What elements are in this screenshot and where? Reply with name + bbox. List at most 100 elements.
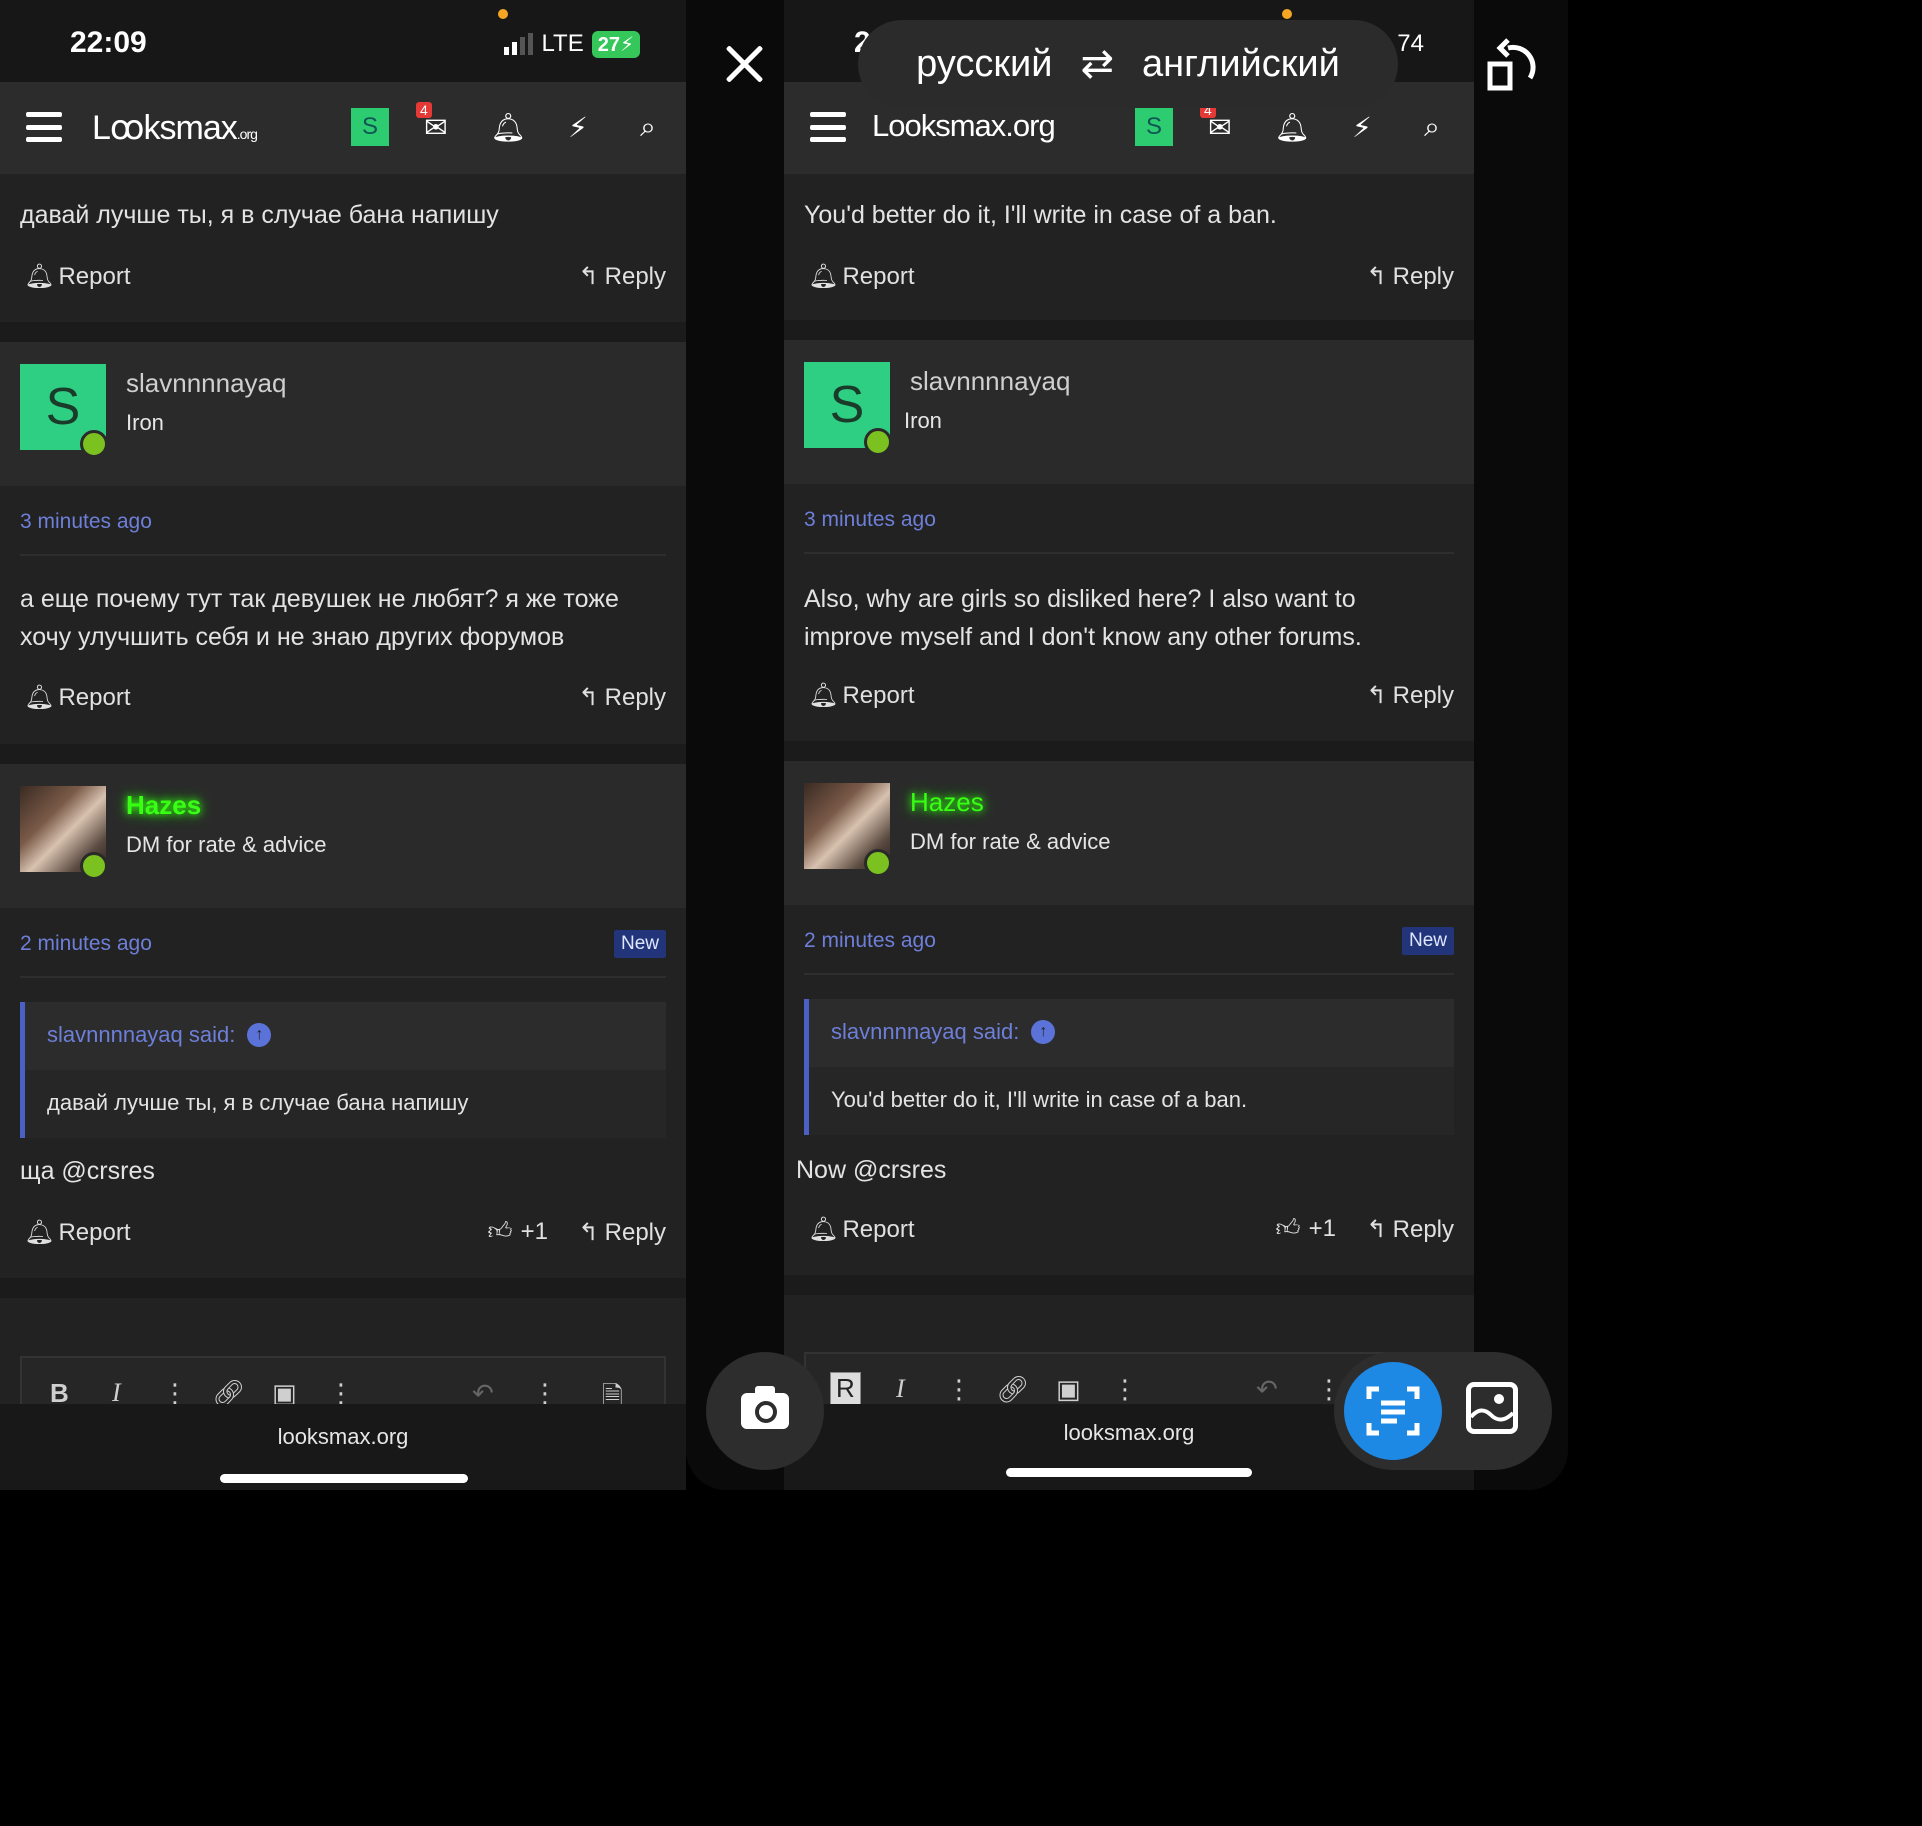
report-button[interactable]: 🔔︎ Report bbox=[808, 681, 915, 710]
divider bbox=[0, 744, 686, 764]
thumbs-up-icon: 👍︎ bbox=[1275, 1215, 1301, 1242]
mode-switcher bbox=[1334, 1352, 1552, 1470]
divider bbox=[0, 1278, 686, 1298]
quote-header: slavnnnnayaq said: ↑ bbox=[809, 999, 1454, 1067]
post-time[interactable]: 3 minutes ago bbox=[804, 508, 936, 532]
post-time[interactable]: 2 minutes ago bbox=[804, 929, 936, 953]
menu-icon[interactable] bbox=[26, 112, 62, 142]
author-title: Iron bbox=[126, 410, 164, 435]
post-author: Hazes DM for rate & advice bbox=[0, 764, 686, 908]
search-icon[interactable]: ⌕ bbox=[628, 106, 668, 148]
signal-icon bbox=[504, 33, 534, 55]
divider bbox=[0, 322, 686, 342]
like-button[interactable]: 👍︎ +1 bbox=[488, 1218, 548, 1246]
report-button[interactable]: 🔔︎ Report bbox=[808, 262, 915, 291]
source-language[interactable]: русский bbox=[916, 43, 1052, 86]
report-button[interactable]: 🔔︎ Report bbox=[24, 683, 131, 712]
new-badge: New bbox=[1401, 927, 1454, 955]
bold-button[interactable]: R bbox=[830, 1372, 861, 1405]
text-scan-button[interactable] bbox=[1344, 1362, 1442, 1460]
divider bbox=[784, 320, 1474, 340]
author-name[interactable]: Hazes bbox=[910, 787, 984, 818]
quote-text: давай лучше ты, я в случае бана напишу bbox=[47, 1090, 469, 1115]
quote-author[interactable]: slavnnnnayaq said: ↑ bbox=[47, 1022, 272, 1048]
reply-button[interactable]: ↰ Reply bbox=[579, 683, 666, 712]
site-navbar: Lꝏksmax.org S ✉ 4 🔔︎ ⚡︎ ⌕ bbox=[0, 82, 686, 174]
arrow-up-icon[interactable]: ↑ bbox=[1031, 1020, 1056, 1044]
reply-icon: ↰ bbox=[1366, 1216, 1387, 1243]
swap-languages-icon[interactable]: ⇄ bbox=[1080, 41, 1114, 87]
reply-icon: ↰ bbox=[578, 684, 599, 711]
home-indicator[interactable] bbox=[220, 1474, 468, 1483]
avatar[interactable]: S bbox=[20, 364, 108, 458]
online-indicator bbox=[864, 428, 892, 456]
bell-icon: 🔔︎ bbox=[24, 263, 55, 290]
target-language[interactable]: английский bbox=[1142, 43, 1340, 86]
post-meta: 2 minutes ago New bbox=[804, 905, 1454, 975]
menu-icon[interactable] bbox=[810, 112, 846, 142]
site-logo[interactable]: Lꝏksmax.org bbox=[92, 108, 258, 148]
arrow-up-icon[interactable]: ↑ bbox=[247, 1023, 272, 1047]
inbox-icon[interactable]: ✉ 4 bbox=[416, 102, 456, 148]
inbox-icon[interactable]: ✉ 4 bbox=[1200, 102, 1240, 148]
report-button[interactable]: 🔔︎ Report bbox=[808, 1215, 915, 1244]
account-avatar[interactable]: S bbox=[350, 106, 390, 148]
inbox-badge: 4 bbox=[416, 102, 432, 118]
author-name[interactable]: slavnnnnayaq bbox=[910, 366, 1070, 397]
reply-icon: ↰ bbox=[578, 1219, 599, 1246]
quote-author[interactable]: slavnnnnayaq said: ↑ bbox=[831, 1019, 1056, 1045]
post-text: You'd better do it, I'll write in case o… bbox=[804, 201, 1277, 229]
image-icon[interactable]: ▣ bbox=[1056, 1374, 1081, 1405]
avatar[interactable]: S bbox=[804, 362, 892, 456]
post-time[interactable]: 2 minutes ago bbox=[20, 932, 152, 956]
report-button[interactable]: 🔔︎ Report bbox=[24, 262, 131, 291]
post-author: S slavnnnnayaq Iron bbox=[0, 342, 686, 486]
quote-header: slavnnnnayaq said: ↑ bbox=[25, 1002, 666, 1070]
lightning-icon[interactable]: ⚡︎ bbox=[1342, 106, 1382, 148]
home-indicator[interactable] bbox=[1006, 1468, 1252, 1477]
camera-icon bbox=[741, 1386, 789, 1429]
lightning-icon[interactable]: ⚡︎ bbox=[558, 106, 598, 148]
author-name[interactable]: Hazes bbox=[126, 790, 201, 821]
post-text: а еще почему тут так девушек не любят? я… bbox=[20, 585, 619, 651]
account-avatar[interactable]: S bbox=[1134, 106, 1174, 148]
bell-icon: 🔔︎ bbox=[24, 1219, 55, 1246]
online-indicator bbox=[80, 852, 108, 880]
camera-button[interactable] bbox=[706, 1352, 824, 1470]
reply-button[interactable]: ↰ Reply bbox=[1367, 262, 1454, 291]
language-selector[interactable]: русский ⇄ английский bbox=[858, 20, 1398, 108]
author-title: DM for rate & advice bbox=[126, 832, 327, 857]
site-logo[interactable]: Looksmax.org bbox=[872, 108, 1056, 144]
thumbs-up-icon: 👍︎ bbox=[487, 1218, 513, 1245]
post-meta: 3 minutes ago bbox=[20, 486, 666, 556]
more-icon[interactable]: ⋮ bbox=[1112, 1374, 1138, 1405]
browser-url-bar[interactable]: looksmax.org bbox=[0, 1404, 686, 1490]
close-icon[interactable] bbox=[722, 42, 768, 88]
post-text: ща @crsres bbox=[20, 1157, 155, 1185]
like-button[interactable]: 👍︎ +1 bbox=[1276, 1215, 1336, 1243]
bell-icon[interactable]: 🔔︎ bbox=[488, 106, 528, 148]
battery-icon: 27⚡ bbox=[591, 30, 640, 58]
avatar[interactable] bbox=[804, 783, 892, 877]
author-name[interactable]: slavnnnnayaq bbox=[126, 368, 286, 399]
bell-icon[interactable]: 🔔︎ bbox=[1272, 106, 1312, 148]
post-actions: 🔔︎ Report ↰ Reply bbox=[804, 262, 1454, 298]
status-time: 22:09 bbox=[70, 26, 147, 59]
link-icon[interactable]: 🔗︎ bbox=[996, 1374, 1029, 1405]
reply-button[interactable]: ↰ Reply bbox=[1367, 681, 1454, 710]
italic-button[interactable]: I bbox=[896, 1374, 905, 1404]
post-text: Also, why are girls so disliked here? I … bbox=[804, 585, 1362, 651]
reply-button[interactable]: ↰ Reply bbox=[579, 262, 666, 291]
post-actions: 🔔︎ Report ↰ Reply bbox=[20, 262, 666, 298]
post-time[interactable]: 3 minutes ago bbox=[20, 510, 152, 534]
report-button[interactable]: 🔔︎ Report bbox=[24, 1218, 131, 1247]
more-icon[interactable]: ⋮ bbox=[946, 1374, 972, 1405]
avatar[interactable] bbox=[20, 786, 108, 880]
reply-button[interactable]: ↰ Reply bbox=[1367, 1215, 1454, 1244]
reply-button[interactable]: ↰ Reply bbox=[579, 1218, 666, 1247]
search-icon[interactable]: ⌕ bbox=[1412, 106, 1452, 148]
rotate-icon[interactable] bbox=[1486, 38, 1542, 94]
translated-screen: 2 74 Looksmax.org S ✉4 🔔︎ ⚡︎ ⌕ You'd bet… bbox=[784, 0, 1474, 1490]
image-icon[interactable] bbox=[1466, 1382, 1518, 1434]
undo-icon[interactable]: ↶ bbox=[1256, 1374, 1278, 1405]
